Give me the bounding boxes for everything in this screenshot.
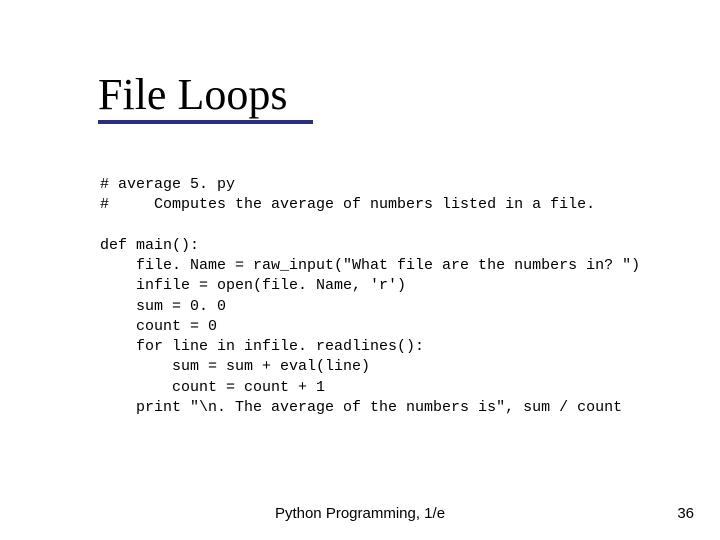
- slide-number: 36: [677, 505, 694, 522]
- title-underline: [98, 120, 313, 124]
- slide: File Loops # average 5. py # Computes th…: [0, 0, 720, 540]
- slide-title: File Loops: [98, 72, 313, 118]
- code-block: # average 5. py # Computes the average o…: [100, 175, 660, 418]
- title-block: File Loops: [98, 72, 313, 124]
- footer-text: Python Programming, 1/e: [0, 505, 720, 522]
